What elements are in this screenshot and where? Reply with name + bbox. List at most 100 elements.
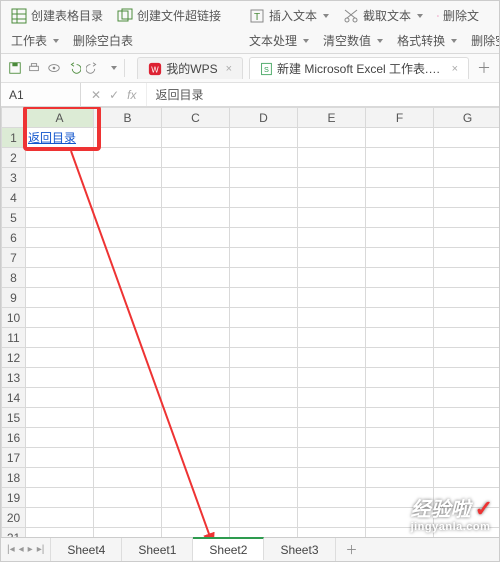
cell[interactable]: [434, 408, 500, 428]
cell[interactable]: [162, 448, 230, 468]
cell[interactable]: [26, 528, 94, 538]
cell[interactable]: [366, 488, 434, 508]
cell[interactable]: [230, 308, 298, 328]
cell[interactable]: [26, 308, 94, 328]
cell[interactable]: [366, 228, 434, 248]
cell[interactable]: [434, 148, 500, 168]
row-header[interactable]: 12: [2, 348, 26, 368]
cell[interactable]: [94, 448, 162, 468]
cell[interactable]: [162, 428, 230, 448]
cell[interactable]: [26, 368, 94, 388]
cell[interactable]: [94, 288, 162, 308]
cell[interactable]: [162, 468, 230, 488]
cell[interactable]: [26, 468, 94, 488]
cell[interactable]: [26, 268, 94, 288]
cell[interactable]: [230, 188, 298, 208]
cell[interactable]: [94, 468, 162, 488]
fx-label[interactable]: fx: [127, 88, 136, 102]
sheet-tab[interactable]: Sheet4: [51, 538, 122, 561]
cell[interactable]: [230, 128, 298, 148]
doc-tab-wps[interactable]: W 我的WPS ×: [137, 57, 243, 79]
text-processing-button[interactable]: 文本处理: [245, 30, 313, 51]
row-header[interactable]: 3: [2, 168, 26, 188]
cell[interactable]: [162, 408, 230, 428]
row-header[interactable]: 2: [2, 148, 26, 168]
cell[interactable]: [298, 468, 366, 488]
cell[interactable]: [26, 448, 94, 468]
cell[interactable]: [366, 268, 434, 288]
cell[interactable]: [298, 448, 366, 468]
row-header[interactable]: 14: [2, 388, 26, 408]
cell[interactable]: [94, 148, 162, 168]
delete-blank-button[interactable]: 删除空: [467, 30, 500, 51]
cell[interactable]: [94, 188, 162, 208]
cell[interactable]: [298, 428, 366, 448]
cell[interactable]: [298, 188, 366, 208]
hyperlink-cell[interactable]: 返回目录: [26, 129, 93, 146]
row-header[interactable]: 16: [2, 428, 26, 448]
cell[interactable]: [230, 208, 298, 228]
cell[interactable]: [94, 328, 162, 348]
select-all-corner[interactable]: [2, 108, 26, 128]
cell[interactable]: [366, 248, 434, 268]
cell[interactable]: [94, 168, 162, 188]
cell[interactable]: [162, 228, 230, 248]
cell[interactable]: [298, 328, 366, 348]
cell[interactable]: [94, 128, 162, 148]
cell[interactable]: [298, 508, 366, 528]
column-header[interactable]: D: [230, 108, 298, 128]
cell[interactable]: [94, 528, 162, 538]
sheet-nav-last[interactable]: ▸|: [37, 544, 45, 555]
row-header[interactable]: 21: [2, 528, 26, 538]
cell[interactable]: [366, 308, 434, 328]
cell[interactable]: [94, 248, 162, 268]
cell[interactable]: [434, 448, 500, 468]
cell[interactable]: [298, 408, 366, 428]
cell[interactable]: [298, 368, 366, 388]
cell[interactable]: [434, 388, 500, 408]
cell[interactable]: [366, 188, 434, 208]
cell[interactable]: [298, 208, 366, 228]
cell[interactable]: [434, 288, 500, 308]
cell[interactable]: [162, 248, 230, 268]
cell[interactable]: [366, 388, 434, 408]
cell[interactable]: [94, 308, 162, 328]
cell[interactable]: [434, 508, 500, 528]
cell[interactable]: [94, 488, 162, 508]
column-header[interactable]: C: [162, 108, 230, 128]
formula-cancel-button[interactable]: ✕: [91, 88, 101, 102]
column-header[interactable]: G: [434, 108, 500, 128]
cell[interactable]: [26, 428, 94, 448]
cell[interactable]: [366, 348, 434, 368]
sheet-tab[interactable]: Sheet1: [122, 538, 193, 561]
cell[interactable]: [162, 348, 230, 368]
capture-text-button[interactable]: 截取文本: [339, 5, 427, 26]
row-header[interactable]: 5: [2, 208, 26, 228]
cell[interactable]: [366, 368, 434, 388]
cell[interactable]: [162, 188, 230, 208]
delete-blank-sheet-button[interactable]: 删除空白表: [69, 30, 137, 51]
add-sheet-button[interactable]: ＋: [336, 541, 368, 558]
cell[interactable]: [162, 148, 230, 168]
cell[interactable]: [94, 368, 162, 388]
cell[interactable]: [26, 248, 94, 268]
cell[interactable]: [366, 288, 434, 308]
qa-more-button[interactable]: [105, 59, 121, 77]
row-header[interactable]: 6: [2, 228, 26, 248]
cell[interactable]: [26, 208, 94, 228]
cell[interactable]: [230, 248, 298, 268]
sheet-tab[interactable]: Sheet2: [193, 537, 264, 560]
cell[interactable]: [434, 308, 500, 328]
cell[interactable]: [366, 508, 434, 528]
cell[interactable]: [26, 388, 94, 408]
cell[interactable]: [230, 328, 298, 348]
close-icon[interactable]: ×: [226, 63, 232, 75]
cell[interactable]: [434, 248, 500, 268]
cell[interactable]: [298, 348, 366, 368]
qa-undo-button[interactable]: [66, 59, 82, 77]
cell[interactable]: [366, 168, 434, 188]
cell[interactable]: [366, 148, 434, 168]
cell[interactable]: [230, 288, 298, 308]
cell[interactable]: [94, 348, 162, 368]
cell[interactable]: [298, 248, 366, 268]
